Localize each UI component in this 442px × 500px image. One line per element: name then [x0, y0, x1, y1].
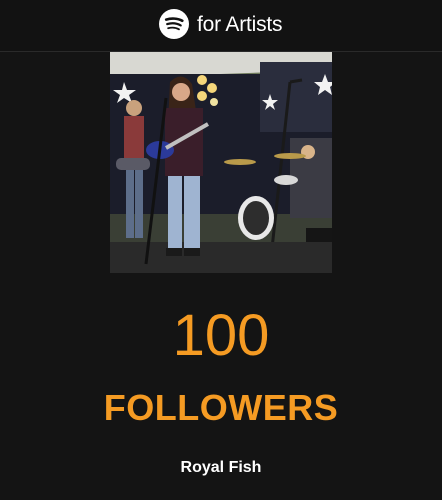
app-header: for Artists — [0, 0, 442, 52]
spotify-logo-icon — [159, 9, 189, 39]
band-performance-photo — [110, 52, 332, 273]
brand-text: for Artists — [197, 12, 283, 36]
follower-count: 100 — [172, 303, 270, 368]
artist-name: Royal Fish — [180, 459, 262, 476]
brand-lockup[interactable]: for Artists — [159, 8, 283, 40]
milestone-label: FOLLOWERS — [103, 387, 339, 428]
